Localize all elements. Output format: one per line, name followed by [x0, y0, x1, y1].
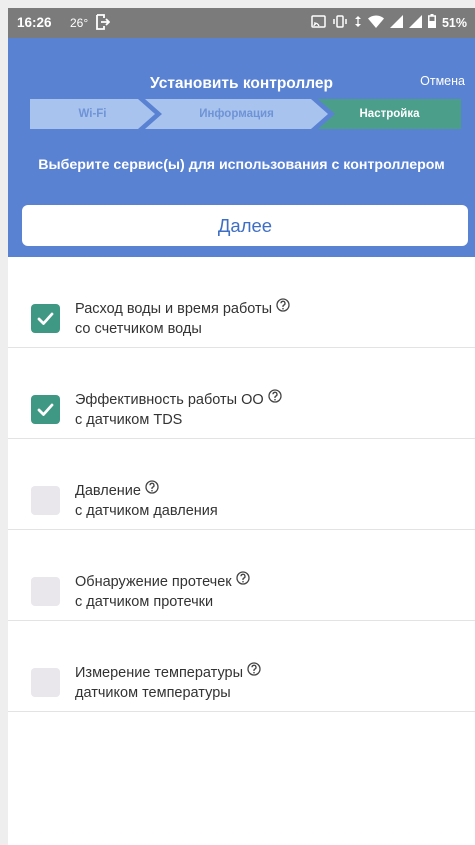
- status-time: 16:26: [17, 15, 52, 30]
- question-circle-icon[interactable]: [235, 571, 250, 589]
- checkbox[interactable]: [31, 304, 60, 333]
- status-bar: 16:26 26° 51%: [8, 8, 475, 38]
- data-arrows-icon: [354, 15, 362, 31]
- question-circle-icon[interactable]: [247, 662, 261, 680]
- service-subtitle: датчиком температуры: [75, 685, 231, 701]
- wifi-icon: [367, 15, 384, 31]
- status-icons: 51%: [311, 14, 467, 31]
- service-item-leak-detection[interactable]: Обнаружение протечек с датчиком протечки: [8, 530, 475, 621]
- question-circle-icon[interactable]: [145, 480, 159, 498]
- service-subtitle: с датчиком давления: [75, 503, 218, 519]
- question-circle-icon[interactable]: [268, 389, 282, 407]
- service-item-pressure[interactable]: Давление с датчиком давления: [8, 439, 475, 530]
- question-circle-icon[interactable]: [276, 298, 290, 316]
- checkbox[interactable]: [31, 577, 60, 606]
- service-item-water-flow[interactable]: Расход воды и время работы со счетчиком …: [8, 257, 475, 348]
- service-title: Измерение температуры: [75, 662, 261, 681]
- checkbox[interactable]: [31, 668, 60, 697]
- check-icon: [37, 312, 54, 325]
- service-list: Расход воды и время работы со счетчиком …: [8, 257, 475, 712]
- instruction-text: Выберите сервис(ы) для использования с к…: [38, 157, 445, 173]
- step-info: Информация: [145, 99, 328, 129]
- setup-header: Установить контроллер Отмена Wi-Fi Инфор…: [8, 38, 475, 257]
- service-title: Обнаружение протечек: [75, 571, 250, 590]
- service-title: Расход воды и время работы: [75, 298, 290, 317]
- service-item-ro-efficiency[interactable]: Эффективность работы ОО с датчиком TDS: [8, 348, 475, 439]
- checkbox[interactable]: [31, 486, 60, 515]
- step-progress: Wi-Fi Информация Настройка: [30, 99, 461, 129]
- step-setup: Настройка: [318, 99, 461, 129]
- cast-icon: [311, 14, 326, 31]
- service-subtitle: со счетчиком воды: [75, 321, 202, 337]
- phone-screen: 16:26 26° 51% Установить контроллер Отме…: [8, 8, 475, 845]
- checkbox[interactable]: [31, 395, 60, 424]
- step-wifi: Wi-Fi: [30, 99, 155, 129]
- cancel-button[interactable]: Отмена: [420, 74, 465, 88]
- page-title: Установить контроллер: [150, 75, 333, 92]
- signal-icon: [389, 14, 403, 31]
- vibrate-icon: [332, 14, 348, 31]
- service-subtitle: с датчиком протечки: [75, 594, 214, 610]
- signal-icon: [408, 14, 422, 31]
- service-subtitle: с датчиком TDS: [75, 412, 183, 428]
- exit-icon: [96, 14, 111, 35]
- check-icon: [37, 403, 54, 416]
- service-item-temperature[interactable]: Измерение температуры датчиком температу…: [8, 621, 475, 712]
- battery-icon: [427, 14, 436, 31]
- next-button[interactable]: Далее: [22, 205, 468, 246]
- battery-percent: 51%: [441, 15, 467, 30]
- service-title: Давление: [75, 480, 159, 499]
- status-temperature: 26°: [70, 16, 89, 30]
- device-frame: 16:26 26° 51% Установить контроллер Отме…: [0, 0, 475, 845]
- service-title: Эффективность работы ОО: [75, 389, 282, 408]
